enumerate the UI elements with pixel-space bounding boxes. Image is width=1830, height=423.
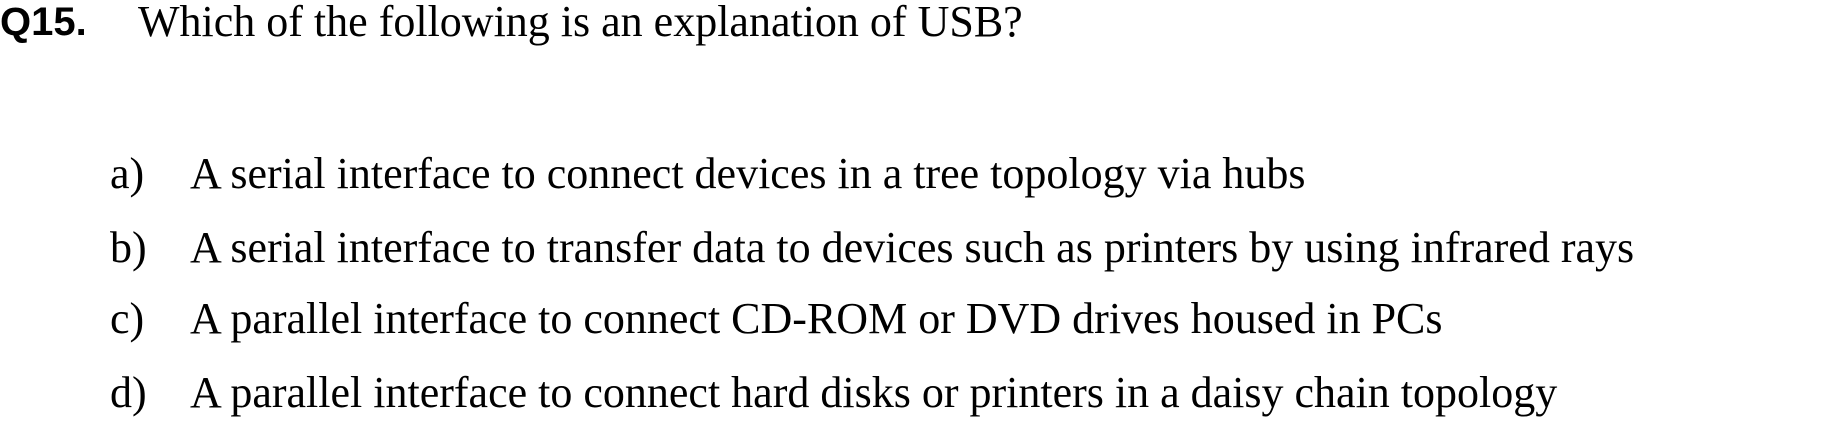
- question-text: Which of the following is an explanation…: [138, 0, 1023, 46]
- option-text: A parallel interface to connect CD-ROM o…: [190, 294, 1443, 343]
- option-d: d) A parallel interface to connect hard …: [0, 365, 1830, 421]
- option-a: a) A serial interface to connect devices…: [0, 146, 1830, 202]
- option-b: b) A serial interface to transfer data t…: [0, 220, 1830, 276]
- option-letter: b): [110, 223, 147, 272]
- option-text: A serial interface to transfer data to d…: [190, 223, 1635, 272]
- option-text: A parallel interface to connect hard dis…: [190, 368, 1558, 417]
- option-text: A serial interface to connect devices in…: [190, 149, 1306, 198]
- option-c: c) A parallel interface to connect CD-RO…: [0, 291, 1830, 347]
- option-letter: d): [110, 368, 147, 417]
- option-letter: a): [110, 149, 145, 198]
- option-letter: c): [110, 294, 145, 343]
- question-number: Q15.: [0, 0, 87, 44]
